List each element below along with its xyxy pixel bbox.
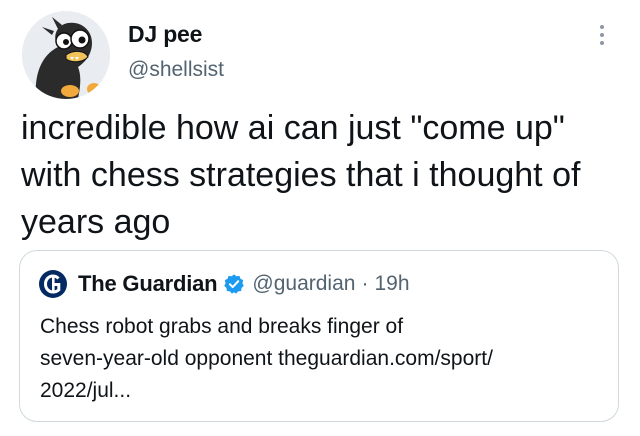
- quoted-tweet-card[interactable]: The Guardian @guardian · 19h Chess robot…: [19, 250, 619, 422]
- quoted-source-name[interactable]: The Guardian: [78, 271, 218, 297]
- author-display-name[interactable]: DJ pee: [128, 21, 202, 48]
- more-dot-icon: [600, 41, 604, 45]
- cartoon-bird-avatar-icon: [22, 11, 110, 99]
- verified-badge-icon: [223, 273, 245, 295]
- quoted-tweet-header: The Guardian @guardian · 19h: [38, 269, 410, 299]
- more-dot-icon: [600, 25, 604, 29]
- more-dot-icon: [600, 33, 604, 37]
- author-handle[interactable]: @shellsist: [128, 58, 224, 82]
- quoted-tweet-time[interactable]: 19h: [374, 272, 409, 296]
- more-options-button[interactable]: [590, 20, 614, 50]
- quoted-tweet-text: Chess robot grabs and breaks finger of s…: [40, 315, 493, 402]
- separator-dot: ·: [361, 272, 369, 295]
- quoted-source-handle[interactable]: @guardian: [252, 272, 355, 296]
- tweet-text: incredible how ai can just "come up" wit…: [21, 109, 581, 241]
- tweet-card: DJ pee @shellsist incredible how ai can …: [0, 0, 640, 436]
- author-avatar[interactable]: [22, 11, 110, 99]
- guardian-logo-icon[interactable]: [38, 269, 68, 299]
